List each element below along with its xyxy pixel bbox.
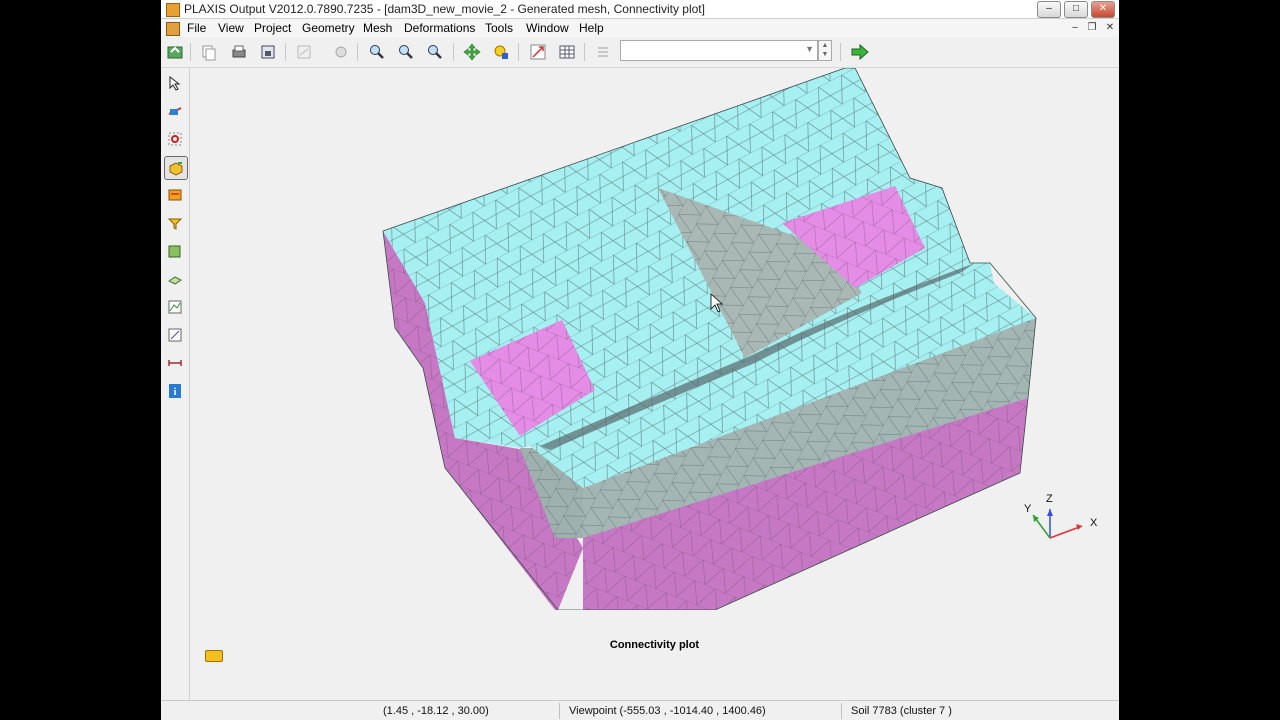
print-icon[interactable] (228, 41, 250, 63)
menu-file[interactable]: File (187, 21, 206, 35)
export-icon[interactable] (257, 41, 279, 63)
plaxis-app-icon (166, 3, 180, 17)
curves-icon[interactable] (164, 296, 186, 318)
menu-geometry[interactable]: Geometry (302, 21, 355, 35)
soil-legend-icon (205, 650, 223, 662)
plaxis-output-window: PLAXIS Output V2012.0.7890.7235 - [dam3D… (161, 0, 1119, 720)
svg-text:i: i (174, 387, 177, 398)
status-selection: Soil 7783 (cluster 7 ) (851, 705, 952, 717)
zoom-window-icon[interactable] (293, 41, 315, 63)
menu-view[interactable]: View (218, 21, 244, 35)
step-spinner[interactable]: ▲ ▼ (818, 40, 832, 61)
status-cursor-coords: (1.45 , -18.12 , 30.00) (383, 705, 489, 717)
drawing-scale-icon[interactable] (527, 41, 549, 63)
light-icon[interactable] (490, 41, 512, 63)
document-icon (166, 22, 180, 36)
document-close-button[interactable]: ✕ (1103, 21, 1117, 34)
axis-label-y: Y (1024, 503, 1032, 515)
axis-label-x: X (1090, 517, 1098, 529)
window-maximize-button[interactable]: □ (1064, 1, 1088, 18)
rotate-icon[interactable] (330, 41, 352, 63)
axis-triad: X Z Y (1024, 493, 1098, 539)
plot-caption-area: Connectivity plot (190, 610, 1119, 699)
plot-caption: Connectivity plot (609, 639, 700, 651)
hide-structure-icon[interactable] (164, 184, 186, 206)
curves-manager-icon[interactable] (164, 324, 186, 346)
tool-sidebar: i (161, 68, 190, 718)
table-icon[interactable] (556, 41, 578, 63)
select-points-icon[interactable] (164, 240, 186, 262)
open-icon[interactable] (164, 41, 186, 63)
model-viewport[interactable]: X Z Y (190, 68, 1119, 610)
main-toolbar: ▼ ▲ ▼ (161, 37, 1119, 68)
curve-points-icon[interactable] (164, 268, 186, 290)
point-select-icon[interactable] (164, 128, 186, 150)
menu-window[interactable]: Window (526, 21, 569, 35)
menu-deformations[interactable]: Deformations (404, 21, 475, 35)
zoom-fit-icon[interactable] (424, 41, 446, 63)
title-bar: PLAXIS Output V2012.0.7890.7235 - [dam3D… (161, 0, 1119, 19)
copy-icon[interactable] (198, 41, 220, 63)
step-selector-combobox[interactable]: ▼ (620, 40, 818, 61)
step-forward-icon[interactable] (849, 41, 871, 63)
menu-mesh[interactable]: Mesh (363, 21, 392, 35)
chevron-down-icon: ▼ (805, 44, 814, 54)
window-close-button[interactable]: ✕ (1091, 1, 1115, 18)
filter-icon[interactable] (164, 212, 186, 234)
menu-help[interactable]: Help (579, 21, 604, 35)
menu-bar: File View Project Geometry Mesh Deformat… (161, 19, 1119, 37)
select-icon[interactable] (164, 72, 186, 94)
cross-section-icon[interactable] (164, 100, 186, 122)
distance-icon[interactable] (164, 352, 186, 374)
document-minimize-button[interactable]: ‒ (1068, 21, 1082, 34)
window-title: PLAXIS Output V2012.0.7890.7235 - [dam3D… (184, 2, 705, 16)
zoom-in-icon[interactable] (366, 41, 388, 63)
move-icon[interactable] (461, 41, 483, 63)
info-icon[interactable]: i (164, 380, 186, 402)
status-viewpoint: Viewpoint (-555.03 , -1014.40 , 1400.46) (569, 705, 766, 717)
axis-label-z: Z (1046, 493, 1053, 505)
menu-tools[interactable]: Tools (485, 21, 513, 35)
status-bar: (1.45 , -18.12 , 30.00) Viewpoint (-555.… (161, 700, 1119, 720)
hide-soil-icon[interactable] (164, 156, 188, 180)
document-restore-button[interactable]: ❐ (1085, 21, 1099, 34)
zoom-out-icon[interactable] (395, 41, 417, 63)
window-minimize-button[interactable]: ‒ (1037, 1, 1061, 18)
list-icon[interactable] (592, 41, 614, 63)
menu-project[interactable]: Project (254, 21, 291, 35)
